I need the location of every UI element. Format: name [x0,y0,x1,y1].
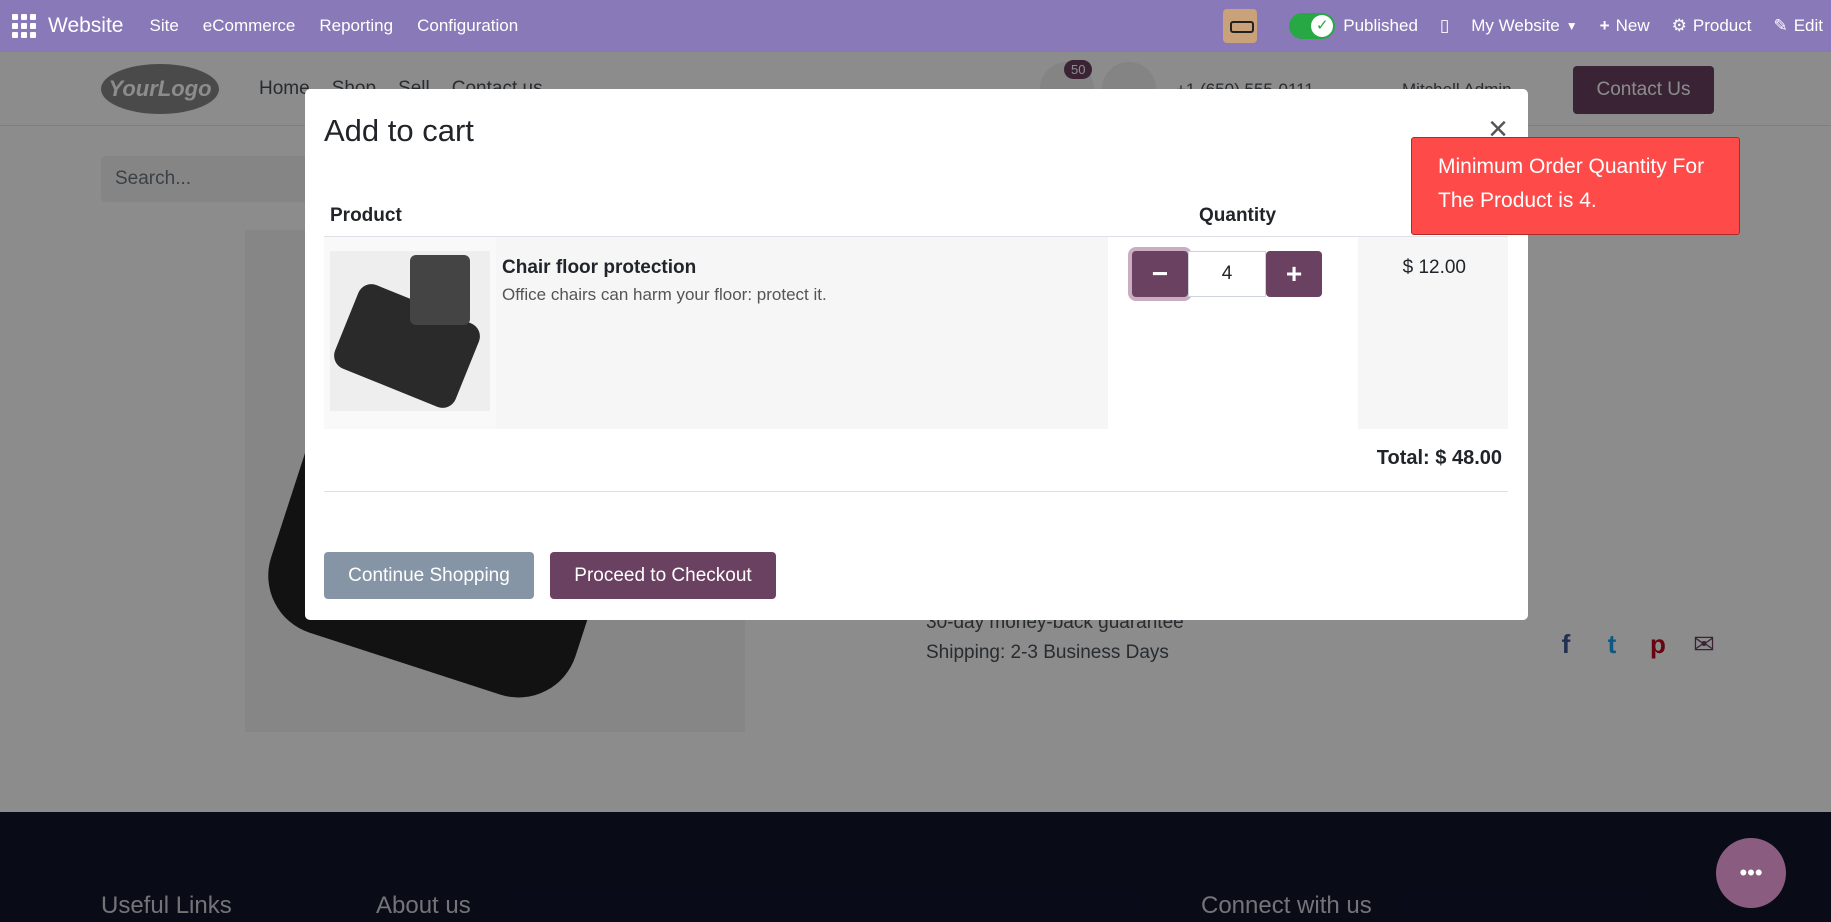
mobile-icon: ▯ [1439,16,1450,35]
column-product: Product [330,205,402,226]
admin-navbar: Website Site eCommerce Reporting Configu… [0,0,1831,52]
pencil-icon: ✎ [1773,16,1788,35]
published-toggle[interactable]: ✓ [1289,13,1336,39]
product-label: Product [1692,16,1752,35]
avatar[interactable] [1223,9,1258,43]
app-brand[interactable]: Website [48,14,123,38]
menu-configuration[interactable]: Configuration [417,16,518,36]
menu-ecommerce[interactable]: eCommerce [203,16,296,36]
table-header: Product Quantity [324,201,1508,238]
product-description: Office chairs can harm your floor: prote… [502,285,827,304]
table-row: Chair floor protection Office chairs can… [324,237,1508,429]
dialog-title: Add to cart [324,113,474,148]
gear-icon: ⚙ [1671,16,1687,35]
website-switcher[interactable]: My Website ▼ [1471,16,1577,36]
add-to-cart-dialog: Add to cart × Product Quantity Chair flo… [305,89,1528,620]
proceed-to-checkout-button[interactable]: Proceed to Checkout [550,552,776,599]
edit-button[interactable]: ✎ Edit [1773,16,1823,36]
chat-icon: ••• [1739,860,1763,885]
product-name-cell: Chair floor protection Office chairs can… [496,237,1108,429]
continue-shopping-button[interactable]: Continue Shopping [324,552,534,599]
quantity-decrease-button[interactable]: − [1132,251,1188,297]
chat-button[interactable]: ••• [1716,838,1786,908]
error-toast[interactable]: Minimum Order Quantity For The Product i… [1411,137,1740,235]
plus-icon: + [1285,258,1303,289]
quantity-increase-button[interactable]: + [1266,251,1322,297]
new-label: New [1615,16,1650,35]
quantity-input[interactable]: 4 [1188,251,1266,297]
column-quantity: Quantity [1199,205,1277,226]
mobile-preview-button[interactable]: ▯ [1440,16,1449,36]
menu-site[interactable]: Site [149,16,178,36]
product-button[interactable]: ⚙ Product [1672,16,1752,36]
product-thumbnail [330,251,490,411]
order-total: Total: $ 48.00 [1376,447,1502,469]
product-image-cell [324,237,496,429]
plus-icon: + [1599,16,1610,35]
minus-icon: − [1151,258,1169,289]
total-row: Total: $ 48.00 [324,429,1508,492]
menu-reporting[interactable]: Reporting [319,16,393,36]
product-price: $ 12.00 [1402,257,1466,278]
check-icon: ✓ [1311,15,1334,37]
edit-label: Edit [1793,16,1823,35]
product-name: Chair floor protection [502,257,697,278]
price-cell: $ 12.00 [1358,237,1508,429]
published-label[interactable]: Published [1343,16,1418,36]
website-switcher-label: My Website [1471,16,1560,35]
apps-grid-icon[interactable] [12,14,36,38]
quantity-cell: − 4 + [1108,237,1358,429]
new-button[interactable]: + New [1600,16,1650,36]
caret-down-icon: ▼ [1565,19,1578,33]
